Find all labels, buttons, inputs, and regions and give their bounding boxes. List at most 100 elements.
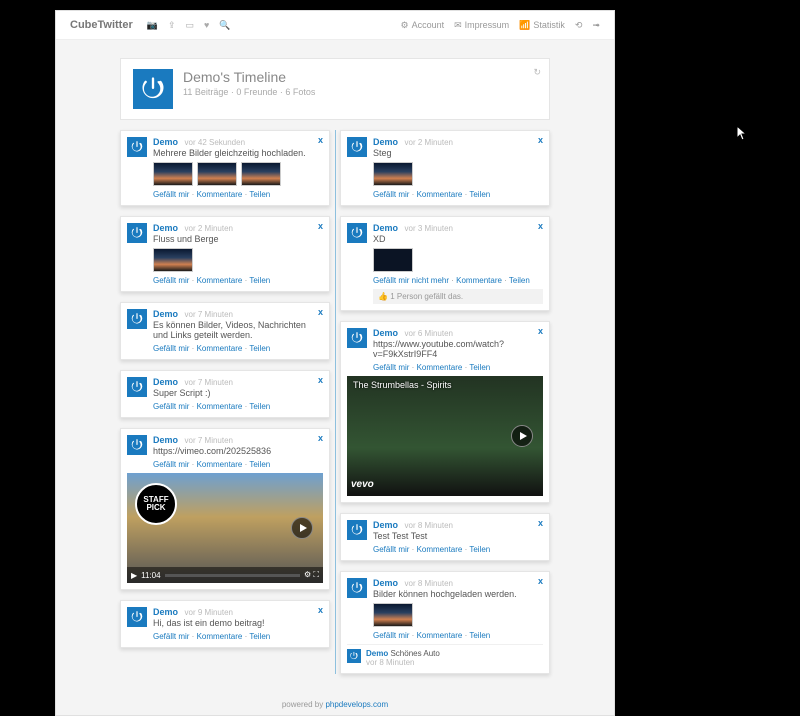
post-head: Demo vor 9 Minuten Hi, das ist ein demo … (127, 607, 323, 641)
impressum-link[interactable]: ✉ Impressum (454, 20, 509, 31)
rss-icon[interactable]: ⟲ (575, 20, 583, 31)
search-icon[interactable]: 🔍 (219, 20, 230, 31)
post-body: Demo vor 42 Sekunden Mehrere Bilder glei… (153, 137, 323, 199)
share-link[interactable]: Teilen (469, 631, 490, 640)
close-icon[interactable]: x (538, 135, 543, 145)
post-author[interactable]: Demo (153, 223, 178, 233)
brand[interactable]: CubeTwitter (70, 19, 133, 31)
avatar[interactable] (127, 223, 147, 243)
account-link[interactable]: ⚙ Account (401, 20, 445, 31)
like-link[interactable]: Gefällt mir (373, 631, 409, 640)
post-author[interactable]: Demo (153, 309, 178, 319)
comment-author[interactable]: Demo (366, 649, 388, 658)
image-thumb[interactable] (373, 248, 413, 272)
comments-link[interactable]: Kommentare (197, 460, 243, 469)
profile-avatar[interactable] (133, 69, 173, 109)
monitor-icon[interactable]: ▭ (186, 20, 195, 31)
share-link[interactable]: Teilen (249, 402, 270, 411)
avatar[interactable] (127, 137, 147, 157)
avatar[interactable] (127, 377, 147, 397)
post-author[interactable]: Demo (153, 377, 178, 387)
post-author[interactable]: Demo (153, 607, 178, 617)
like-link[interactable]: Gefällt mir (153, 402, 189, 411)
comments-link[interactable]: Kommentare (197, 344, 243, 353)
statistik-link[interactable]: 📶 Statistik (519, 20, 565, 31)
share-link[interactable]: Teilen (249, 632, 270, 641)
share-link[interactable]: Teilen (249, 344, 270, 353)
share-link[interactable]: Teilen (469, 190, 490, 199)
youtube-embed[interactable]: The Strumbellas - Spirits vevo (347, 376, 543, 496)
image-thumb[interactable] (373, 162, 413, 186)
close-icon[interactable]: x (538, 576, 543, 586)
avatar[interactable] (347, 649, 361, 663)
staff-pick-badge: STAFFPICK (135, 483, 177, 525)
image-thumb[interactable] (153, 162, 193, 186)
post-author[interactable]: Demo (373, 520, 398, 530)
comments-link[interactable]: Kommentare (197, 190, 243, 199)
comments-link[interactable]: Kommentare (456, 276, 502, 285)
image-thumb[interactable] (153, 248, 193, 272)
close-icon[interactable]: x (318, 307, 323, 317)
close-icon[interactable]: x (538, 518, 543, 528)
share-link[interactable]: Teilen (469, 363, 490, 372)
like-link[interactable]: Gefällt mir (153, 190, 189, 199)
video-controls[interactable]: ▶ 11:04⚙ ⛶ (127, 567, 323, 583)
post-author[interactable]: Demo (153, 137, 178, 147)
play-icon[interactable] (511, 425, 533, 447)
like-link[interactable]: Gefällt mir (153, 460, 189, 469)
post-author[interactable]: Demo (373, 137, 398, 147)
share-link[interactable]: Teilen (249, 276, 270, 285)
heart-icon[interactable]: ♥ (204, 20, 209, 31)
close-icon[interactable]: x (318, 135, 323, 145)
like-link[interactable]: Gefällt mir (153, 276, 189, 285)
close-icon[interactable]: x (538, 221, 543, 231)
avatar[interactable] (347, 328, 367, 348)
like-link[interactable]: Gefällt mir (373, 545, 409, 554)
avatar[interactable] (347, 520, 367, 540)
footer-link[interactable]: phpdevelops.com (325, 700, 388, 709)
like-link[interactable]: Gefällt mir (373, 363, 409, 372)
comments-link[interactable]: Kommentare (417, 190, 463, 199)
like-link[interactable]: Gefällt mir (373, 190, 409, 199)
avatar[interactable] (347, 137, 367, 157)
camera-icon[interactable]: 📷 (147, 20, 158, 31)
upload-icon[interactable]: ⇪ (168, 20, 176, 31)
post-author[interactable]: Demo (153, 435, 178, 445)
post-author[interactable]: Demo (373, 223, 398, 233)
share-link[interactable]: Teilen (509, 276, 530, 285)
comments-link[interactable]: Kommentare (417, 631, 463, 640)
share-link[interactable]: Teilen (469, 545, 490, 554)
profile-subtitle: 11 Beiträge · 0 Freunde · 6 Fotos (183, 87, 315, 97)
avatar[interactable] (127, 309, 147, 329)
close-icon[interactable]: x (318, 375, 323, 385)
share-link[interactable]: Teilen (249, 460, 270, 469)
post-author[interactable]: Demo (373, 578, 398, 588)
post-body: Demo vor 9 Minuten Hi, das ist ein demo … (153, 607, 323, 641)
image-thumb[interactable] (197, 162, 237, 186)
avatar[interactable] (347, 578, 367, 598)
avatar[interactable] (127, 607, 147, 627)
close-icon[interactable]: x (538, 326, 543, 336)
refresh-icon[interactable]: ↻ (533, 67, 541, 78)
play-icon[interactable] (291, 517, 313, 539)
comments-link[interactable]: Kommentare (197, 632, 243, 641)
comments-link[interactable]: Kommentare (197, 276, 243, 285)
close-icon[interactable]: x (318, 221, 323, 231)
logout-icon[interactable]: ➟ (592, 20, 600, 31)
image-thumb[interactable] (241, 162, 281, 186)
close-icon[interactable]: x (318, 605, 323, 615)
share-link[interactable]: Teilen (249, 190, 270, 199)
close-icon[interactable]: x (318, 433, 323, 443)
vimeo-embed[interactable]: STAFFPICK ▶ 11:04⚙ ⛶ (127, 473, 323, 583)
like-link[interactable]: Gefällt mir (153, 344, 189, 353)
like-link[interactable]: Gefällt mir nicht mehr (373, 276, 449, 285)
avatar[interactable] (347, 223, 367, 243)
like-link[interactable]: Gefällt mir (153, 632, 189, 641)
avatar[interactable] (127, 435, 147, 455)
post-author[interactable]: Demo (373, 328, 398, 338)
post-head: Demo vor 7 Minuten Super Script :) Gefäl… (127, 377, 323, 411)
comments-link[interactable]: Kommentare (417, 545, 463, 554)
comments-link[interactable]: Kommentare (417, 363, 463, 372)
image-thumb[interactable] (373, 603, 413, 627)
comments-link[interactable]: Kommentare (197, 402, 243, 411)
